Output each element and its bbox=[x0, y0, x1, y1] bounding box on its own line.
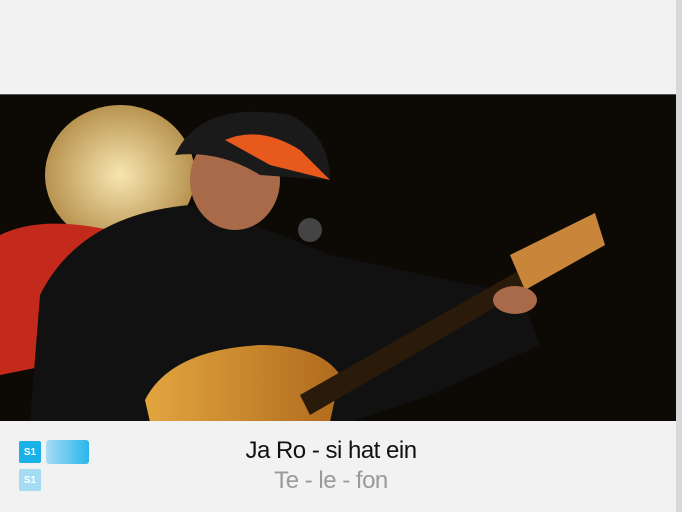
microphone bbox=[298, 218, 322, 242]
next-lyric-line: Te - le - fon bbox=[274, 467, 388, 494]
video-frame bbox=[0, 95, 676, 422]
music-video bbox=[0, 94, 676, 422]
hand bbox=[493, 286, 537, 314]
lyrics-panel: S1 S1 Ja Ro - si hat ein Te - le - fon bbox=[0, 421, 676, 512]
current-lyric-line: Ja Ro - si hat ein bbox=[245, 437, 417, 464]
top-bar bbox=[0, 0, 676, 94]
right-edge bbox=[676, 0, 682, 512]
